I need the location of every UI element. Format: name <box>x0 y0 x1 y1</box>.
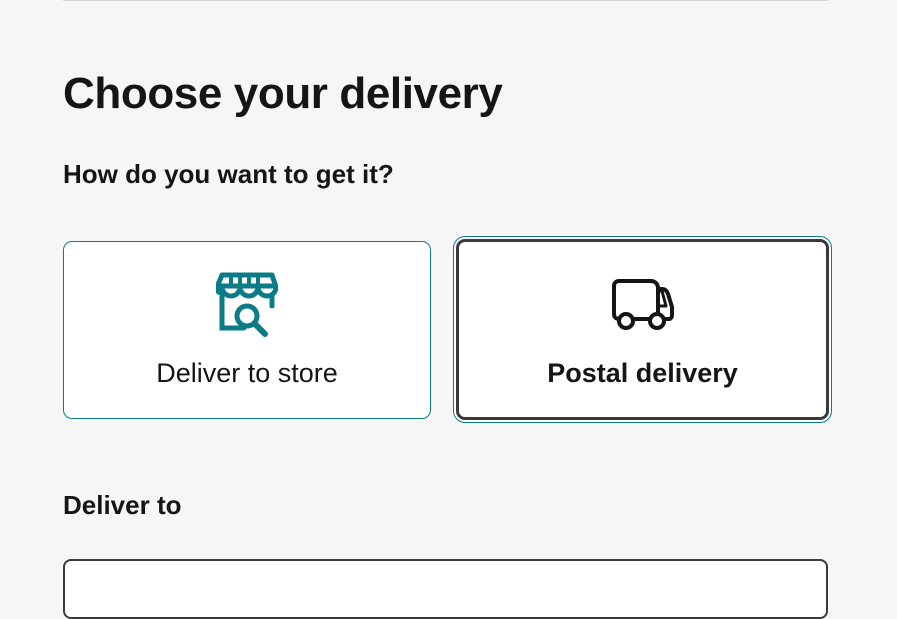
deliver-to-store-label: Deliver to store <box>156 358 338 388</box>
postal-delivery-label: Postal delivery <box>547 358 738 388</box>
store-search-icon <box>214 272 279 338</box>
delivery-question: How do you want to get it? <box>63 159 394 189</box>
deliver-to-heading: Deliver to <box>63 490 182 520</box>
truck-icon <box>611 277 675 333</box>
page-title: Choose your delivery <box>63 69 503 118</box>
postal-delivery-option[interactable]: Postal delivery <box>456 239 829 420</box>
address-field[interactable] <box>63 559 828 619</box>
deliver-to-store-option[interactable]: Deliver to store <box>63 241 431 419</box>
top-divider <box>63 0 828 1</box>
